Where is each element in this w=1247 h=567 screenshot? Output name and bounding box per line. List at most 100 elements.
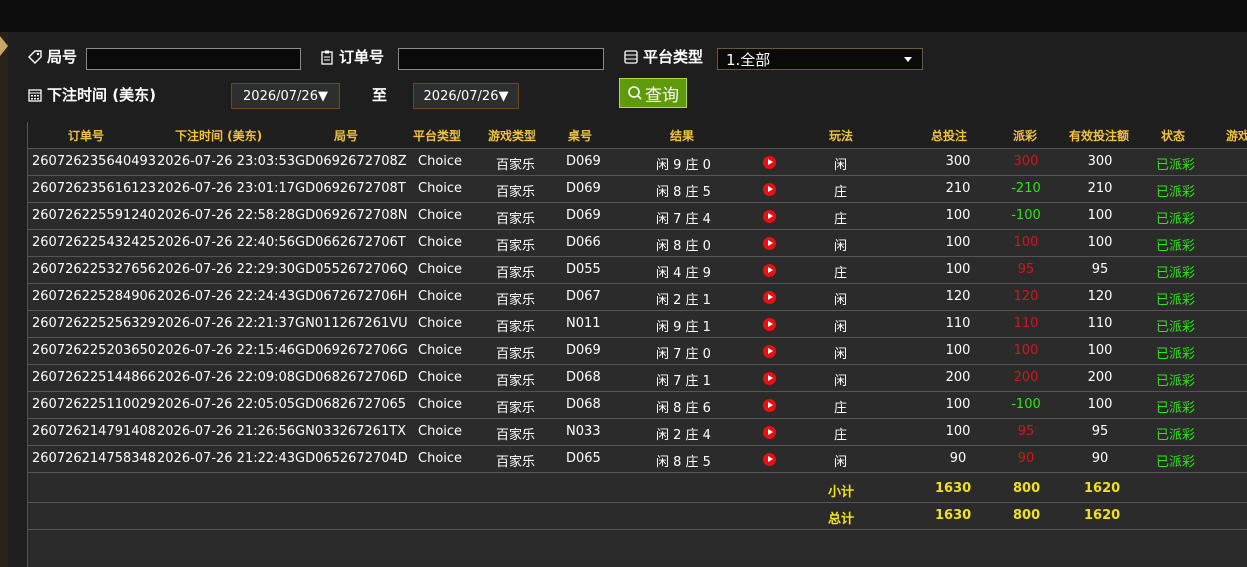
play-replay-icon[interactable] [763, 237, 776, 250]
cell-result: 闲 9 庄 0 [656, 158, 711, 173]
table-row[interactable]: 260726235616123 2026-07-26 23:01:17 GD0692… [28, 176, 1247, 203]
cell-payout: 95 [1017, 262, 1035, 277]
total-row: 总计 1630 800 1620 [28, 503, 1247, 530]
play-replay-icon[interactable] [763, 453, 776, 466]
col-order: 订单号 [68, 129, 105, 143]
cell-platform: Choice [418, 262, 463, 277]
play-replay-icon[interactable] [763, 345, 776, 358]
col-bet: 总投注 [931, 129, 968, 143]
cell-game: 百家乐 [496, 401, 536, 416]
cell-order: 260726225591240 [32, 208, 157, 223]
cell-play: 庄 [834, 212, 848, 227]
cell-game: 百家乐 [496, 266, 536, 281]
cell-valid: 100 [1087, 397, 1113, 412]
table-row[interactable]: 260726225591240 2026-07-26 22:58:28 GD0692… [28, 203, 1247, 230]
col-result: 结果 [670, 129, 695, 143]
cell-play: 闲 [834, 158, 848, 173]
cell-valid: 95 [1091, 262, 1109, 277]
play-replay-icon[interactable] [763, 156, 776, 169]
table-row[interactable]: 260726235640493 2026-07-26 23:03:53 GD0692… [28, 149, 1247, 176]
cell-valid: 120 [1087, 289, 1113, 304]
cell-status: 已派彩 [1156, 401, 1196, 416]
play-replay-icon[interactable] [763, 372, 776, 385]
cell-table: N011 [566, 316, 601, 331]
cell-platform: Choice [418, 235, 463, 250]
collapse-arrow-icon[interactable] [0, 36, 8, 56]
cell-round: GN033267261TX [295, 424, 407, 439]
cell-table: D068 [566, 397, 601, 412]
table-row[interactable]: 260726225256329 2026-07-26 22:21:37 GN0112… [28, 311, 1247, 338]
play-replay-icon[interactable] [763, 426, 776, 439]
cell-order: 260726225203650 [32, 343, 157, 358]
cell-status: 已派彩 [1156, 428, 1196, 443]
cell-payout: 120 [1013, 289, 1039, 304]
platform-label: 平台类型 [623, 46, 703, 67]
cell-valid: 95 [1091, 424, 1109, 439]
cell-play: 闲 [834, 455, 848, 470]
cell-time: 2026-07-26 21:22:43 [157, 451, 296, 466]
cell-table: D069 [566, 154, 601, 169]
round-input[interactable] [86, 48, 301, 70]
calendar-icon [28, 88, 42, 102]
cell-table: D065 [566, 451, 601, 466]
date-to-picker[interactable]: 2026/07/26▼ [413, 83, 519, 109]
cell-table: D068 [566, 370, 601, 385]
cell-valid: 200 [1087, 370, 1113, 385]
col-platform: 平台类型 [413, 129, 462, 143]
subtotal-payout: 800 [1013, 481, 1041, 496]
subtotal-valid: 1620 [1084, 481, 1121, 496]
cell-order: 260726225144866 [32, 370, 157, 385]
cell-round: GD0552672706Q [295, 262, 409, 277]
table-header: 订单号 下注时间 (美东) 局号 平台类型 游戏类型 桌号 结果 玩法 总投注 … [28, 122, 1247, 149]
cell-order: 260726225327656 [32, 262, 157, 277]
table-row[interactable]: 260726225432425 2026-07-26 22:40:56 GD0662… [28, 230, 1247, 257]
cell-table: D055 [566, 262, 601, 277]
table-row[interactable]: 260726225144866 2026-07-26 22:09:08 GD0682… [28, 365, 1247, 392]
order-label: 订单号 [319, 46, 384, 67]
cell-result: 闲 7 庄 4 [656, 212, 711, 227]
cell-valid: 100 [1087, 235, 1113, 250]
query-button[interactable]: 查询 [619, 78, 687, 108]
cell-platform: Choice [418, 181, 463, 196]
cell-result: 闲 8 庄 5 [656, 455, 711, 470]
cell-time: 2026-07-26 22:15:46 [157, 343, 296, 358]
play-replay-icon[interactable] [763, 183, 776, 196]
cell-status: 已派彩 [1156, 266, 1196, 281]
play-replay-icon[interactable] [763, 210, 776, 223]
cell-result: 闲 7 庄 0 [656, 347, 711, 362]
play-replay-icon[interactable] [763, 264, 776, 277]
table-row[interactable]: 260726225203650 2026-07-26 22:15:46 GD0692… [28, 338, 1247, 365]
cell-time: 2026-07-26 23:03:53 [157, 154, 296, 169]
col-game-extra: 游戏 [1226, 129, 1247, 143]
cell-round: GN011267261VU [295, 316, 408, 331]
order-input[interactable] [398, 48, 604, 70]
table-row[interactable]: 260726214758348 2026-07-26 21:22:43 GD0652… [28, 446, 1247, 473]
cell-game: 百家乐 [496, 293, 536, 308]
total-payout: 800 [1013, 508, 1041, 523]
time-label: 下注时间 (美东) [27, 84, 156, 105]
play-replay-icon[interactable] [763, 318, 776, 331]
table-row[interactable]: 260726225327656 2026-07-26 22:29:30 GD0552… [28, 257, 1247, 284]
play-replay-icon[interactable] [763, 291, 776, 304]
chevron-down-icon [904, 57, 912, 62]
table-row[interactable]: 260726225284906 2026-07-26 22:24:43 GD0672… [28, 284, 1247, 311]
cell-time: 2026-07-26 22:24:43 [157, 289, 296, 304]
cell-game: 百家乐 [496, 374, 536, 389]
table-row[interactable]: 260726214791408 2026-07-26 21:26:56 GN0332… [28, 419, 1247, 446]
cell-play: 庄 [834, 428, 848, 443]
cell-result: 闲 4 庄 9 [656, 266, 711, 281]
search-icon [628, 86, 642, 100]
cell-payout: 100 [1013, 343, 1039, 358]
subtotal-label: 小计 [828, 485, 855, 500]
cell-payout: 100 [1013, 235, 1039, 250]
tag-icon [28, 49, 42, 64]
cell-valid: 100 [1087, 343, 1113, 358]
cell-result: 闲 8 庄 5 [656, 185, 711, 200]
platform-select[interactable]: 1.全部 [717, 48, 923, 70]
cell-game: 百家乐 [496, 185, 536, 200]
play-replay-icon[interactable] [763, 399, 776, 412]
cell-payout: 300 [1013, 154, 1039, 169]
table-row[interactable]: 260726225110029 2026-07-26 22:05:05 GD0682… [28, 392, 1247, 419]
cell-platform: Choice [418, 370, 463, 385]
date-from-picker[interactable]: 2026/07/26▼ [231, 83, 340, 109]
